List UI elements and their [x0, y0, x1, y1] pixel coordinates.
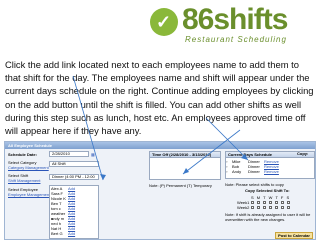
week1-day-checkbox[interactable]	[257, 201, 260, 204]
week1-day-checkbox[interactable]	[263, 201, 266, 204]
schedule-shift: Dinner	[248, 169, 260, 174]
week1-day-checkbox[interactable]	[287, 201, 290, 204]
calendar-icon[interactable]: ▦	[91, 152, 95, 157]
schedule-row: ▫ Andy Dinner Remove	[226, 169, 314, 174]
logo-name: 86shifts	[182, 3, 288, 36]
week2-day-checkbox[interactable]	[275, 206, 278, 209]
category-management-link[interactable]: Category Management	[8, 165, 49, 170]
week2-label: Week2	[237, 205, 250, 210]
week1-day-checkbox[interactable]	[269, 201, 272, 204]
list-item: Bert G Add	[50, 231, 98, 236]
time-off-header: Time Off (2/28/2010 - 3/13/2010)	[150, 152, 220, 158]
week2-day-checkbox[interactable]	[287, 206, 290, 209]
overwrite-note: Note: If shift is already assigned to us…	[225, 212, 311, 222]
week2-day-checkbox[interactable]	[281, 206, 284, 209]
check-icon: ✓	[156, 12, 172, 32]
logo-tagline: Restaurant Scheduling	[185, 35, 287, 44]
week2-day-checkbox[interactable]	[257, 206, 260, 209]
time-off-panel: Time Off (2/28/2010 - 3/13/2010)	[149, 151, 221, 180]
schedule-employee: Andy	[232, 169, 242, 174]
week1-day-checkbox[interactable]	[275, 201, 278, 204]
schedule-app-window: All Employee Schedule Schedule Date: 2/2…	[4, 141, 316, 240]
instruction-text: Click the add link located next to each …	[5, 59, 314, 137]
add-link[interactable]: Add	[68, 231, 75, 236]
app-title: All Employee Schedule	[5, 142, 315, 149]
week1-day-checkbox[interactable]	[251, 201, 254, 204]
category-select[interactable]: All Shift	[49, 161, 99, 167]
employee-name: Bert G	[51, 231, 63, 236]
copy-to-label: Copy Selected Shift To:	[245, 188, 290, 193]
time-off-note: Note: (P) Permanent (T) Temporary	[149, 183, 212, 188]
shift-management-link[interactable]: Shift Management	[8, 178, 40, 183]
employee-list: Alex A Add Sara F Add Nicole K Add Ben T Add…	[49, 185, 99, 239]
remove-link[interactable]: Remove	[264, 169, 279, 174]
week2-day-checkbox[interactable]	[269, 206, 272, 209]
schedule-date-label: Schedule Date:	[8, 152, 37, 157]
employee-management-link[interactable]: Employee Management	[8, 192, 50, 197]
shift-select[interactable]: Dinner (4:00 PM - 12:00	[49, 174, 99, 180]
schedule-date-input[interactable]: 2/28/2010	[49, 151, 89, 157]
weekday-header: S M T W T F S	[251, 195, 291, 200]
copy-label: Copy:	[297, 151, 309, 156]
week2-day-checkbox[interactable]	[251, 206, 254, 209]
select-shifts-note: Note: Please select shifts to copy	[225, 182, 284, 187]
post-to-calendar-button[interactable]: Post to Calendar	[275, 232, 313, 239]
week1-day-checkbox[interactable]	[281, 201, 284, 204]
week2-day-checkbox[interactable]	[263, 206, 266, 209]
logo: ✓ 86shifts Restaurant Scheduling	[0, 0, 320, 52]
